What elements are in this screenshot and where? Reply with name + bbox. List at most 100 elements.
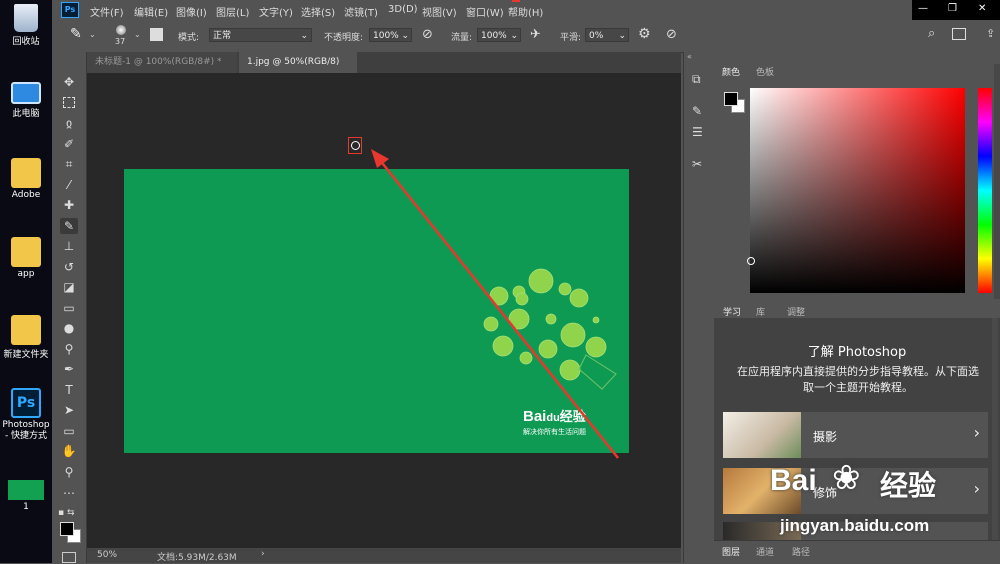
tab-libraries[interactable]: 库 — [756, 305, 765, 318]
menu-image[interactable]: 图像(I) — [176, 4, 207, 19]
quick-mask-icon[interactable] — [62, 552, 76, 563]
tab-learn[interactable]: 学习 — [723, 305, 741, 318]
adjustments-panel-icon[interactable]: ☰ — [692, 125, 703, 139]
zoom-level[interactable]: 50% — [97, 550, 117, 560]
mode-select[interactable]: 正常 ⌄ — [209, 28, 312, 42]
path-select-tool-icon[interactable]: ➤ — [60, 402, 78, 418]
pressure-size-icon[interactable]: ⊘ — [666, 27, 677, 42]
tab-swatches[interactable]: 色板 — [756, 65, 774, 78]
desktop-icon-photoshop-shortcut[interactable]: Ps Photoshop - 快捷方式 — [0, 388, 52, 442]
workspace-icon[interactable] — [952, 28, 966, 40]
zoom-tool-icon[interactable]: ⚲ — [60, 464, 78, 480]
quick-select-tool-icon[interactable]: ✐ — [60, 136, 78, 152]
opacity-value: 100% — [373, 31, 399, 41]
lasso-tool-icon[interactable]: ჲ — [60, 115, 78, 131]
brush-settings-icon[interactable] — [150, 28, 163, 41]
pressure-opacity-icon[interactable]: ⊘ — [422, 27, 433, 42]
airbrush-icon[interactable]: ✈ — [530, 27, 541, 42]
desktop-icon-this-pc[interactable]: 此电脑 — [0, 82, 52, 119]
desktop-icon-recycle-bin[interactable]: 回收站 — [0, 4, 52, 47]
photography-thumbnail — [723, 412, 801, 458]
eraser-tool-icon[interactable]: ◪ — [60, 279, 78, 295]
annotation-arrow — [371, 149, 619, 459]
tab-adjustments[interactable]: 调整 — [787, 305, 805, 318]
canvas-area[interactable]: Baidu经验 解决你所有生活问题 — [87, 73, 681, 548]
marquee-tool-icon[interactable] — [60, 94, 78, 110]
stamp-tool-icon[interactable]: ⊥ — [60, 238, 78, 254]
foreground-color-swatch[interactable] — [60, 522, 74, 536]
pen-tool-icon[interactable]: ✒ — [60, 361, 78, 377]
brush-tool-icon[interactable]: ✎ — [60, 218, 78, 234]
menu-edit[interactable]: 编辑(E) — [134, 4, 168, 19]
share-icon[interactable]: ⇪ — [986, 27, 995, 40]
menu-type[interactable]: 文字(Y) — [259, 4, 293, 19]
learn-card-photography[interactable]: 摄影 › — [723, 412, 988, 458]
brush-tool-icon[interactable]: ✎ — [70, 26, 82, 42]
tab-untitled[interactable]: 未标题-1 @ 100%(RGB/8#) * × — [87, 52, 237, 88]
gradient-tool-icon[interactable]: ▭ — [60, 300, 78, 316]
mode-label: 模式: — [178, 33, 200, 43]
color-picker-handle[interactable] — [747, 257, 755, 265]
swap-colors-icon[interactable]: ▪ ⇆ — [58, 508, 75, 518]
chevron-down-icon[interactable]: ⌄ — [134, 30, 141, 39]
tab-layers[interactable]: 图层 — [722, 545, 740, 558]
tab-color[interactable]: 颜色 — [722, 65, 740, 78]
status-menu-arrow[interactable]: › — [261, 549, 265, 559]
tab-paths[interactable]: 路径 — [792, 545, 810, 558]
history-brush-tool-icon[interactable]: ↺ — [60, 259, 78, 275]
desktop-icon-adobe[interactable]: Adobe — [0, 158, 52, 200]
menu-window[interactable]: 窗口(W) — [466, 4, 504, 19]
menu-3d[interactable]: 3D(D) — [388, 4, 418, 15]
eyedropper-tool-icon[interactable]: ⁄ — [60, 177, 78, 193]
minimize-button[interactable]: — — [918, 3, 928, 14]
flow-input[interactable]: 100% ⌄ — [477, 28, 521, 42]
restore-button[interactable]: ❐ — [948, 3, 957, 14]
close-button[interactable]: ✕ — [978, 3, 986, 14]
dodge-tool-icon[interactable]: ⚲ — [60, 341, 78, 357]
tab-channels[interactable]: 通道 — [756, 545, 774, 558]
menu-file[interactable]: 文件(F) — [90, 4, 124, 19]
hand-tool-icon[interactable]: ✋ — [60, 443, 78, 459]
flow-label: 流量: — [451, 33, 473, 43]
brush-preset-picker[interactable]: 37 — [112, 24, 130, 48]
smoothing-input[interactable]: 0% ⌄ — [585, 28, 629, 42]
type-tool-icon[interactable]: T — [60, 382, 78, 398]
desktop-icon-1[interactable]: 1 — [0, 480, 52, 512]
menu-layer[interactable]: 图层(L) — [216, 4, 249, 19]
computer-icon — [11, 82, 41, 104]
gear-icon[interactable]: ⚙ — [638, 26, 651, 42]
desktop-icon-label: app — [17, 269, 35, 279]
menu-filter[interactable]: 滤镜(T) — [344, 4, 378, 19]
healing-brush-tool-icon[interactable]: ✚ — [60, 197, 78, 213]
photoshop-logo[interactable]: Ps — [61, 2, 79, 18]
menu-help[interactable]: 帮助(H) — [508, 4, 543, 19]
opacity-input[interactable]: 100% ⌄ — [369, 28, 412, 42]
chevron-down-icon[interactable]: ⌄ — [89, 30, 96, 39]
smoothing-value: 0% — [589, 31, 604, 41]
brush-settings-panel-icon[interactable]: ✎ — [692, 104, 702, 118]
hue-slider[interactable] — [978, 88, 992, 293]
tab-label: 未标题-1 @ 100%(RGB/8#) * — [95, 57, 222, 67]
tools-panel: ✥ ჲ ✐ ⌗ ⁄ ✚ ✎ ⊥ ↺ ◪ ▭ ● ⚲ ✒ T ➤ ▭ ✋ ⚲ ⋯ … — [52, 52, 87, 563]
card-title: 摄影 — [813, 430, 838, 444]
panel-scrollbar[interactable] — [994, 64, 1000, 299]
search-icon[interactable]: ⌕ — [928, 26, 935, 41]
color-field[interactable] — [747, 88, 965, 293]
more-tools-icon[interactable]: ⋯ — [60, 485, 78, 501]
blur-tool-icon[interactable]: ● — [60, 320, 78, 336]
collapse-panels-icon[interactable]: « — [687, 52, 692, 61]
desktop-icon-app[interactable]: app — [0, 237, 52, 279]
tools-preset-panel-icon[interactable]: ✂ — [692, 157, 702, 171]
watermark-text-bai: Bai — [770, 464, 817, 497]
tab-label: 1.jpg @ 50%(RGB/8) — [247, 57, 340, 67]
crop-tool-icon[interactable]: ⌗ — [60, 156, 78, 172]
color-fg-swatch[interactable] — [724, 92, 738, 106]
tab-1-jpg[interactable]: 1.jpg @ 50%(RGB/8) × — [239, 52, 357, 88]
menu-view[interactable]: 视图(V) — [422, 4, 457, 19]
move-tool-icon[interactable]: ✥ — [60, 74, 78, 90]
image-file-icon — [8, 480, 44, 500]
menu-select[interactable]: 选择(S) — [301, 4, 335, 19]
desktop-icon-new-folder[interactable]: 新建文件夹 — [0, 315, 52, 360]
history-panel-icon[interactable]: ⧉ — [692, 72, 701, 87]
rectangle-tool-icon[interactable]: ▭ — [60, 423, 78, 439]
